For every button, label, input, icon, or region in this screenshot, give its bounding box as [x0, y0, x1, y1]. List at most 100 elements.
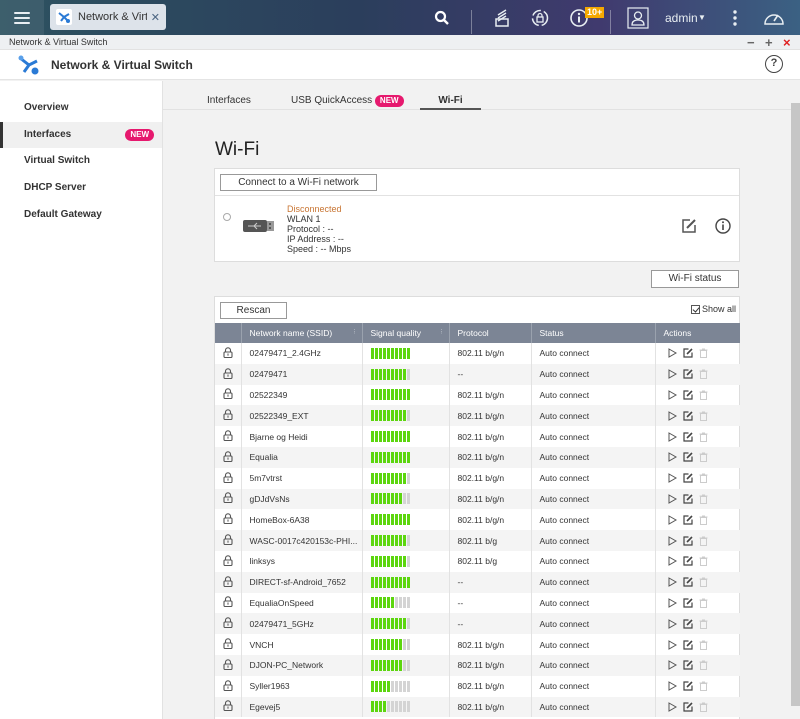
connect-play-icon[interactable] — [668, 535, 677, 546]
network-row[interactable]: gDJdVsNs 802.11 b/g/n Auto connect — [215, 488, 740, 510]
network-row[interactable]: Syller1963 802.11 b/g/n Auto connect — [215, 675, 740, 697]
connect-play-icon[interactable] — [668, 452, 677, 463]
app-tab-network[interactable]: Network & Virtu... ✕ — [50, 4, 166, 30]
signal-bar-segment — [382, 555, 386, 567]
connect-play-icon[interactable] — [668, 577, 677, 588]
tab-usb-quickaccess[interactable]: USB QuickAccess NEW — [291, 81, 404, 110]
signal-bar-segment — [370, 389, 374, 401]
connect-play-icon[interactable] — [668, 556, 677, 567]
signal-bar-segment — [390, 368, 394, 380]
tab-wifi[interactable]: Wi-Fi — [420, 81, 481, 110]
column-header-ssid[interactable]: Network name (SSID) ⁝ — [241, 323, 363, 343]
edit-icon[interactable] — [682, 411, 693, 421]
network-row[interactable]: EqualiaOnSpeed -- Auto connect — [215, 592, 740, 614]
actions-cell — [655, 363, 740, 385]
rescan-button[interactable]: Rescan — [220, 302, 287, 319]
edit-icon[interactable] — [682, 639, 693, 650]
edit-icon[interactable] — [682, 431, 693, 442]
edit-icon[interactable] — [682, 598, 693, 608]
close-tab-icon[interactable]: ✕ — [151, 11, 160, 24]
show-all-checkbox[interactable] — [691, 304, 700, 314]
connect-play-icon[interactable] — [668, 348, 677, 359]
network-row[interactable]: 02479471_2.4GHz 802.11 b/g/n Auto connect — [215, 343, 740, 364]
main-menu-button[interactable] — [0, 0, 44, 35]
connect-play-icon[interactable] — [668, 514, 677, 525]
protocol-cell: 802.11 b/g/n — [449, 696, 532, 718]
edit-icon[interactable] — [682, 681, 693, 691]
connect-play-icon[interactable] — [668, 473, 677, 484]
edit-icon[interactable] — [682, 556, 693, 566]
connect-wifi-button[interactable]: Connect to a Wi-Fi network — [220, 174, 377, 191]
connect-play-icon[interactable] — [668, 660, 677, 671]
network-row[interactable]: WASC-0017c420153c-PHI... 802.11 b/g Auto c… — [215, 530, 740, 551]
edit-icon[interactable] — [682, 369, 693, 379]
background-tasks-icon[interactable] — [490, 6, 514, 30]
edit-icon[interactable] — [682, 577, 693, 587]
maximize-button[interactable]: + — [765, 35, 773, 50]
edit-icon[interactable] — [682, 348, 693, 358]
network-row[interactable]: 02479471 -- Auto connect — [215, 363, 740, 385]
caret-down-icon[interactable]: ▼ — [698, 13, 706, 22]
signal-bar-segment — [390, 389, 394, 401]
network-row[interactable]: 5m7vtrst 802.11 b/g/n Auto connect — [215, 467, 740, 489]
connect-play-icon[interactable] — [668, 369, 677, 380]
minimize-button[interactable]: − — [747, 35, 755, 50]
connect-play-icon[interactable] — [668, 431, 677, 442]
more-options-icon[interactable] — [723, 6, 747, 30]
sidebar-item-interfaces[interactable]: Interfaces NEW — [0, 122, 162, 148]
network-row[interactable]: 02479471_5GHz -- Auto connect — [215, 613, 740, 635]
edit-icon[interactable] — [682, 619, 693, 629]
connect-play-icon[interactable] — [668, 702, 677, 712]
sync-lock-icon[interactable] — [528, 6, 552, 30]
connect-play-icon[interactable] — [668, 681, 677, 692]
network-row[interactable]: HomeBox-6A38 802.11 b/g/n Auto connect — [215, 509, 740, 531]
network-row[interactable]: VNCH 802.11 b/g/n Auto connect — [215, 634, 740, 655]
edit-icon[interactable] — [682, 473, 693, 483]
search-icon[interactable] — [430, 6, 454, 30]
dashboard-gauge-icon[interactable] — [762, 6, 786, 30]
network-row[interactable]: Egevej5 802.11 b/g/n Auto connect — [215, 696, 740, 718]
sort-icon[interactable]: ⁝ — [440, 328, 442, 336]
network-row[interactable]: DJON-PC_Network 802.11 b/g/n Auto connect — [215, 654, 740, 676]
edit-icon[interactable] — [682, 660, 693, 670]
signal-bar-segment — [378, 368, 382, 380]
signal-quality-cell — [362, 405, 450, 427]
connect-play-icon[interactable] — [668, 618, 677, 629]
connect-play-icon[interactable] — [668, 639, 677, 650]
edit-icon[interactable] — [682, 702, 693, 712]
network-row[interactable]: 02522349_EXT 802.11 b/g/n Auto connect — [215, 405, 740, 427]
user-avatar-icon[interactable] — [626, 6, 650, 30]
network-row[interactable]: DIRECT-sf-Android_7652 -- Auto connect — [215, 571, 740, 593]
close-window-button[interactable]: × — [783, 35, 791, 50]
signal-bar-segment — [374, 451, 378, 463]
column-header-signal[interactable]: Signal quality ⁝ — [362, 323, 450, 343]
sidebar-item-virtual-switch[interactable]: Virtual Switch — [0, 148, 162, 174]
edit-icon[interactable] — [682, 390, 693, 400]
adapter-radio[interactable] — [223, 213, 231, 221]
show-all-toggle[interactable]: Show all — [691, 304, 736, 314]
network-row[interactable]: Bjarne og Heidi 802.11 b/g/n Auto connect — [215, 426, 740, 447]
sidebar-item-overview[interactable]: Overview — [0, 95, 162, 121]
network-row[interactable]: Equalia 802.11 b/g/n Auto connect — [215, 446, 740, 468]
network-row[interactable]: linksys 802.11 b/g Auto connect — [215, 550, 740, 572]
sidebar-item-default-gateway[interactable]: Default Gateway — [0, 202, 162, 228]
connect-play-icon[interactable] — [668, 494, 677, 504]
connect-play-icon[interactable] — [668, 390, 677, 400]
edit-icon[interactable] — [682, 535, 693, 546]
edit-icon[interactable] — [682, 494, 693, 504]
wifi-status-button[interactable]: Wi-Fi status — [651, 270, 739, 288]
network-row[interactable]: 02522349 802.11 b/g/n Auto connect — [215, 384, 740, 406]
help-icon[interactable]: ? — [765, 55, 783, 73]
sort-icon[interactable]: ⁝ — [353, 328, 355, 336]
edit-icon[interactable] — [681, 218, 697, 234]
connect-play-icon[interactable] — [668, 598, 677, 608]
tab-interfaces[interactable]: Interfaces — [207, 81, 251, 110]
edit-icon[interactable] — [682, 452, 693, 462]
sidebar-item-dhcp-server[interactable]: DHCP Server — [0, 175, 162, 201]
info-icon[interactable] — [715, 218, 731, 234]
signal-quality-cell — [362, 613, 450, 635]
user-menu[interactable]: admin — [665, 11, 698, 25]
edit-icon[interactable] — [682, 515, 693, 525]
connect-play-icon[interactable] — [668, 410, 677, 421]
page-scrollbar[interactable] — [791, 103, 800, 706]
